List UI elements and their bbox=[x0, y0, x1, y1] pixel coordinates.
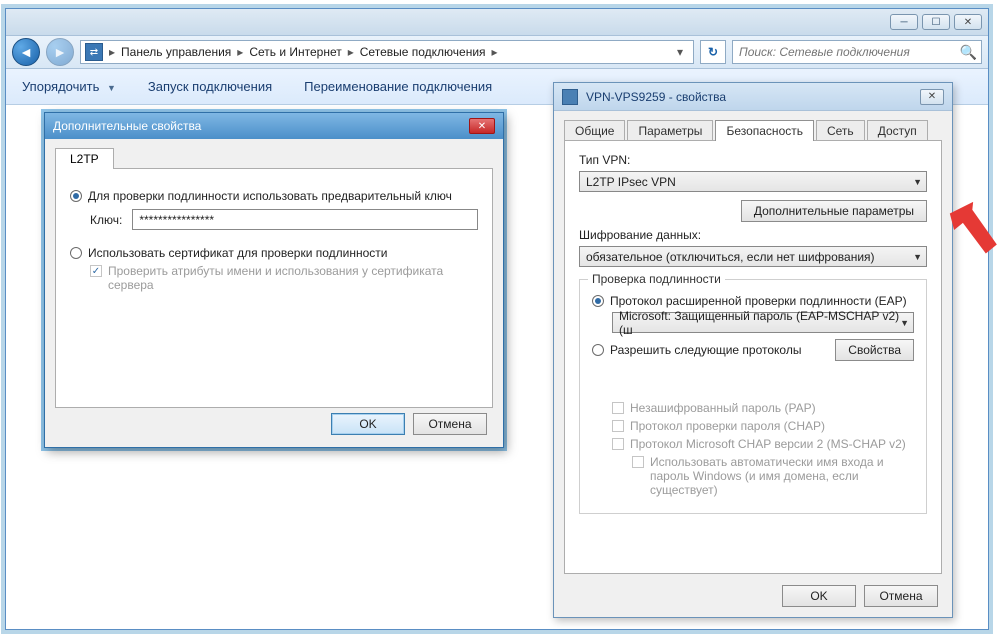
tab-access[interactable]: Доступ bbox=[867, 120, 928, 141]
eap-method-select[interactable]: Microsoft: Защищенный пароль (EAP-MSCHAP… bbox=[612, 312, 914, 333]
allow-protocols-radio[interactable]: Разрешить следующие протоколы bbox=[592, 343, 835, 357]
encryption-select[interactable]: обязательное (отключиться, если нет шифр… bbox=[579, 246, 927, 267]
search-input[interactable] bbox=[737, 44, 956, 60]
close-button[interactable]: ✕ bbox=[920, 89, 944, 105]
eap-method-value: Microsoft: Защищенный пароль (EAP-MSCHAP… bbox=[619, 309, 907, 337]
pap-label: Незашифрованный пароль (PAP) bbox=[630, 401, 816, 415]
eap-radio[interactable]: Протокол расширенной проверки подлинност… bbox=[592, 294, 914, 308]
chevron-down-icon: ▼ bbox=[913, 177, 922, 187]
network-icon: ⇄ bbox=[85, 43, 103, 61]
dialog-title: Дополнительные свойства bbox=[53, 119, 201, 133]
close-button[interactable]: ✕ bbox=[954, 14, 982, 30]
encryption-label: Шифрование данных: bbox=[579, 228, 927, 242]
preshared-key-label: Для проверки подлинности использовать пр… bbox=[88, 189, 452, 203]
certificate-radio[interactable]: Использовать сертификат для проверки под… bbox=[70, 246, 478, 260]
tab-strip: Общие Параметры Безопасность Сеть Доступ bbox=[554, 111, 952, 140]
dialog-titlebar: VPN-VPS9259 - свойства ✕ bbox=[554, 83, 952, 111]
mschap-checkbox: Протокол Microsoft CHAP версии 2 (MS-CHA… bbox=[612, 437, 914, 451]
verify-cert-checkbox: Проверить атрибуты имени и использования… bbox=[90, 264, 478, 292]
checkbox-icon bbox=[612, 438, 624, 450]
ok-button[interactable]: OK bbox=[331, 413, 405, 435]
eap-properties-button[interactable]: Свойства bbox=[835, 339, 914, 361]
allow-protocols-label: Разрешить следующие протоколы bbox=[610, 343, 801, 357]
key-input[interactable]: **************** bbox=[132, 209, 478, 230]
network-icon bbox=[562, 89, 578, 105]
tab-l2tp[interactable]: L2TP bbox=[55, 148, 114, 169]
tab-network[interactable]: Сеть bbox=[816, 120, 865, 141]
dialog-button-row: OK Отмена bbox=[331, 413, 487, 435]
cancel-button[interactable]: Отмена bbox=[864, 585, 938, 607]
chevron-down-icon: ▼ bbox=[913, 252, 922, 262]
radio-dot-icon bbox=[592, 295, 604, 307]
auto-credentials-checkbox: Использовать автоматически имя входа и п… bbox=[632, 455, 914, 497]
dialog-titlebar: Дополнительные свойства ✕ bbox=[45, 113, 503, 139]
chap-label: Протокол проверки пароля (CHAP) bbox=[630, 419, 825, 433]
authentication-group: Проверка подлинности Протокол расширенно… bbox=[579, 279, 927, 514]
auto-credentials-label: Использовать автоматически имя входа и п… bbox=[650, 455, 914, 497]
tab-general[interactable]: Общие bbox=[564, 120, 625, 141]
eap-radio-label: Протокол расширенной проверки подлинност… bbox=[610, 294, 907, 308]
chevron-down-icon: ▼ bbox=[107, 83, 116, 93]
advanced-properties-dialog: Дополнительные свойства ✕ L2TP Для прове… bbox=[44, 112, 504, 448]
breadcrumb-item[interactable]: Панель управления bbox=[121, 45, 231, 59]
maximize-button[interactable]: ☐ bbox=[922, 14, 950, 30]
breadcrumb-separator: ▸ bbox=[107, 45, 117, 59]
cancel-button[interactable]: Отмена bbox=[413, 413, 487, 435]
advanced-settings-button[interactable]: Дополнительные параметры bbox=[741, 200, 927, 222]
radio-dot-icon bbox=[70, 247, 82, 259]
nav-forward-button[interactable]: ► bbox=[46, 38, 74, 66]
search-box[interactable]: 🔍 bbox=[732, 40, 982, 64]
search-icon: 🔍 bbox=[956, 44, 977, 61]
preshared-key-radio[interactable]: Для проверки подлинности использовать пр… bbox=[70, 189, 478, 203]
radio-dot-icon bbox=[592, 344, 604, 356]
security-tab-page: Тип VPN: L2TP IPsec VPN ▼ Дополнительные… bbox=[564, 140, 942, 574]
key-value: **************** bbox=[139, 213, 214, 227]
authentication-legend: Проверка подлинности bbox=[588, 272, 725, 286]
organize-label: Упорядочить bbox=[22, 79, 99, 94]
minimize-button[interactable]: ─ bbox=[890, 14, 918, 30]
start-connection-button[interactable]: Запуск подключения bbox=[148, 79, 272, 94]
breadcrumb-separator: ▸ bbox=[235, 45, 245, 59]
window-titlebar: ─ ☐ ✕ bbox=[6, 9, 988, 35]
chevron-down-icon: ▼ bbox=[900, 318, 909, 328]
key-label: Ключ: bbox=[90, 213, 122, 227]
connection-properties-dialog: VPN-VPS9259 - свойства ✕ Общие Параметры… bbox=[553, 82, 953, 618]
dialog-title: VPN-VPS9259 - свойства bbox=[586, 90, 726, 104]
checkbox-icon bbox=[90, 265, 102, 277]
checkbox-icon bbox=[632, 456, 644, 468]
breadcrumb-item[interactable]: Сеть и Интернет bbox=[249, 45, 341, 59]
ok-button[interactable]: OK bbox=[782, 585, 856, 607]
breadcrumb-separator: ▸ bbox=[490, 45, 500, 59]
address-bar[interactable]: ⇄ ▸ Панель управления ▸ Сеть и Интернет … bbox=[80, 40, 694, 64]
checkbox-icon bbox=[612, 402, 624, 414]
dialog-button-row: OK Отмена bbox=[782, 585, 938, 607]
mschap-label: Протокол Microsoft CHAP версии 2 (MS-CHA… bbox=[630, 437, 906, 451]
chap-checkbox: Протокол проверки пароля (CHAP) bbox=[612, 419, 914, 433]
encryption-value: обязательное (отключиться, если нет шифр… bbox=[586, 250, 875, 264]
tab-options[interactable]: Параметры bbox=[627, 120, 713, 141]
nav-back-button[interactable]: ◄ bbox=[12, 38, 40, 66]
rename-connection-button[interactable]: Переименование подключения bbox=[304, 79, 492, 94]
certificate-label: Использовать сертификат для проверки под… bbox=[88, 246, 387, 260]
vpn-type-value: L2TP IPsec VPN bbox=[586, 175, 676, 189]
breadcrumb-separator: ▸ bbox=[346, 45, 356, 59]
refresh-button[interactable]: ↻ bbox=[700, 40, 726, 64]
organize-menu[interactable]: Упорядочить ▼ bbox=[22, 79, 116, 94]
radio-dot-icon bbox=[70, 190, 82, 202]
checkbox-icon bbox=[612, 420, 624, 432]
breadcrumb-item[interactable]: Сетевые подключения bbox=[360, 45, 486, 59]
address-dropdown-icon[interactable]: ▾ bbox=[671, 45, 689, 59]
tab-security[interactable]: Безопасность bbox=[715, 120, 814, 141]
vpn-type-select[interactable]: L2TP IPsec VPN ▼ bbox=[579, 171, 927, 192]
vpn-type-label: Тип VPN: bbox=[579, 153, 927, 167]
l2tp-tab-page: Для проверки подлинности использовать пр… bbox=[55, 168, 493, 408]
verify-cert-label: Проверить атрибуты имени и использования… bbox=[108, 264, 478, 292]
address-bar-row: ◄ ► ⇄ ▸ Панель управления ▸ Сеть и Интер… bbox=[6, 35, 988, 69]
pap-checkbox: Незашифрованный пароль (PAP) bbox=[612, 401, 914, 415]
close-button[interactable]: ✕ bbox=[469, 118, 495, 134]
